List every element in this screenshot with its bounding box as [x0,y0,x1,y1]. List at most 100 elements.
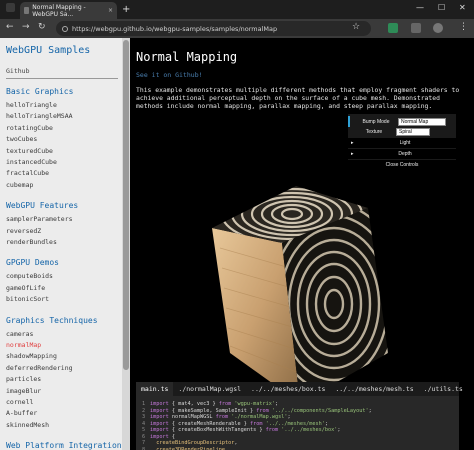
code-token: from [249,420,263,427]
maximize-button[interactable]: ☐ [438,3,445,12]
samples-sidebar: WebGPU Samples Github Basic Graphics hell… [0,38,122,450]
sidebar-divider [6,78,118,79]
sidebar-item-gameoflife[interactable]: gameOfLife [6,284,45,292]
sidebar-item-fractalcube[interactable]: fractalCube [6,169,49,177]
sidebar-item-skinnedmesh[interactable]: skinnedMesh [6,421,49,429]
code-token: create3DRenderPipeline [150,446,225,450]
sample-description: This example demonstrates multiple diffe… [136,86,460,110]
sidebar-item-bitonicsort[interactable]: bitonicSort [6,295,49,303]
main-content: Normal Mapping See it on Github! This ex… [130,38,474,450]
page-title: Normal Mapping [136,50,238,64]
code-token: ; [287,414,291,420]
sidebar-scrollbar[interactable] [122,38,130,450]
sidebar-item-twocubes[interactable]: twoCubes [6,135,37,143]
code-token: from [215,414,229,420]
sidebar-item-particles[interactable]: particles [6,375,41,383]
code-token: , [234,440,238,446]
texture-row: Texture Spiral [348,126,456,137]
scrollbar-thumb[interactable] [123,40,129,370]
code-token: '../../meshes/mesh' [262,420,325,427]
sidebar-section-title: Basic Graphics [6,87,74,96]
sidebar-item-instancedcube[interactable]: instancedCube [6,158,57,166]
depth-folder[interactable]: ▸ Depth [348,149,456,159]
browser-menu-icon[interactable]: ⋮ [459,22,468,32]
texture-select[interactable]: Spiral [396,127,430,136]
sidebar-section-title: Web Platform Integration [6,441,122,450]
sidebar-item-computeboids[interactable]: computeBoids [6,272,53,280]
close-window-button[interactable]: ✕ [459,3,466,12]
code-tab[interactable]: main.ts [136,382,174,396]
webgpu-canvas[interactable] [200,168,460,418]
forward-button[interactable]: → [22,22,30,32]
tab-search-icon[interactable] [6,3,15,12]
code-token: { makeSample, SampleInit } [168,407,257,414]
url-text: https://webgpu.github.io/webgpu-samples/… [72,24,278,33]
code-token: ; [324,420,329,427]
sidebar-item-renderbundles[interactable]: renderBundles [6,238,57,246]
code-token: import [150,420,169,427]
source-code-viewer: main.ts ./normalMap.wgsl ../../meshes/box.… [136,382,463,450]
sidebar-item-normalmap[interactable]: normalMap [6,341,41,349]
profile-avatar[interactable] [433,23,443,33]
close-controls-button[interactable]: Close Controls [348,160,456,170]
tab-title: Normal Mapping - WebGPU Sa... [32,3,86,18]
code-token: import [150,433,169,440]
code-line: 8 create3DRenderPipeline, [142,447,372,450]
extension-icon[interactable] [388,23,398,33]
reload-button[interactable]: ↻ [38,22,46,32]
code-tab[interactable]: ../../meshes/mesh.ts [330,382,418,396]
browser-tab[interactable]: Normal Mapping - WebGPU Sa... × [20,2,117,19]
code-tab[interactable]: ../../meshes/box.ts [246,382,330,396]
code-token: '../../components/SampleLayout' [268,407,369,414]
sidebar-item-cornell[interactable]: cornell [6,398,33,406]
sidebar-item-hellotriangle[interactable]: helloTriangle [6,101,57,109]
favicon-icon [24,7,30,14]
minimize-button[interactable]: — [416,3,424,12]
address-bar[interactable]: https://webgpu.github.io/webgpu-samples/… [56,21,371,36]
new-tab-button[interactable]: + [122,4,130,15]
bump-mode-label: Bump Mode [362,118,390,125]
code-token: from [218,401,232,407]
browser-titlebar: Normal Mapping - WebGPU Sa... × + — ☐ ✕ [0,0,474,19]
code-token: normalMapWGSL [168,414,216,420]
sidebar-item-imageblur[interactable]: imageBlur [6,387,41,395]
sidebar-item-texturedcube[interactable]: texturedCube [6,147,53,155]
code-token: createBindGroupDescriptor [150,440,235,446]
extensions-puzzle-icon[interactable] [411,23,421,33]
light-folder[interactable]: ▸ Light [348,138,456,148]
code-token: import [150,407,169,414]
sidebar-item-cameras[interactable]: cameras [6,330,33,338]
sidebar-item-samplerparameters[interactable]: samplerParameters [6,215,73,223]
code-line: 5 import { createBoxMeshWithTangents } fr… [142,427,372,434]
light-folder-label: Light [399,140,411,146]
back-button[interactable]: ← [6,22,14,32]
code-token: ; [337,427,341,433]
dat-gui-panel: Bump Mode Normal Map Texture Spiral ▸ Li… [348,114,456,170]
tab-close-icon[interactable]: × [108,7,113,14]
sidebar-item-hellotrianglemsaa[interactable]: helloTriangleMSAA [6,112,73,120]
code-tab[interactable]: ./normalMap.wgsl [173,382,246,396]
sidebar-item-cubemap[interactable]: cubemap [6,181,33,189]
browser-toolbar: ← → ↻ https://webgpu.github.io/webgpu-sa… [0,19,474,38]
github-link[interactable]: Github [6,67,29,75]
code-token: { [168,433,175,440]
code-token: { createMeshRenderable } [168,420,250,427]
bookmark-star-icon[interactable]: ☆ [352,22,360,32]
sidebar-item-rotatingcube[interactable]: rotatingCube [6,124,53,132]
sidebar-item-reversedz[interactable]: reversedZ [6,227,41,235]
code-token: 'wgpu-matrix' [231,401,275,407]
depth-folder-label: Depth [398,151,412,157]
sidebar-item-a-buffer[interactable]: A-buffer [6,409,37,417]
code-body[interactable]: 1 import { mat4, vec3 } from 'wgpu-matrix… [142,401,372,450]
sidebar-title[interactable]: WebGPU Samples [6,45,90,56]
sidebar-item-shadowmapping[interactable]: shadowMapping [6,352,57,360]
code-token: ; [274,401,279,407]
site-info-icon[interactable] [62,25,68,32]
code-token: ; [368,407,372,414]
sidebar-item-deferredrendering[interactable]: deferredRendering [6,364,73,372]
github-source-link[interactable]: See it on Github! [136,71,203,79]
sidebar-section-title: WebGPU Features [6,201,79,211]
code-token: import [150,427,169,433]
bump-mode-select[interactable]: Normal Map [398,117,446,126]
code-tab[interactable]: ./utils.ts [419,382,468,396]
